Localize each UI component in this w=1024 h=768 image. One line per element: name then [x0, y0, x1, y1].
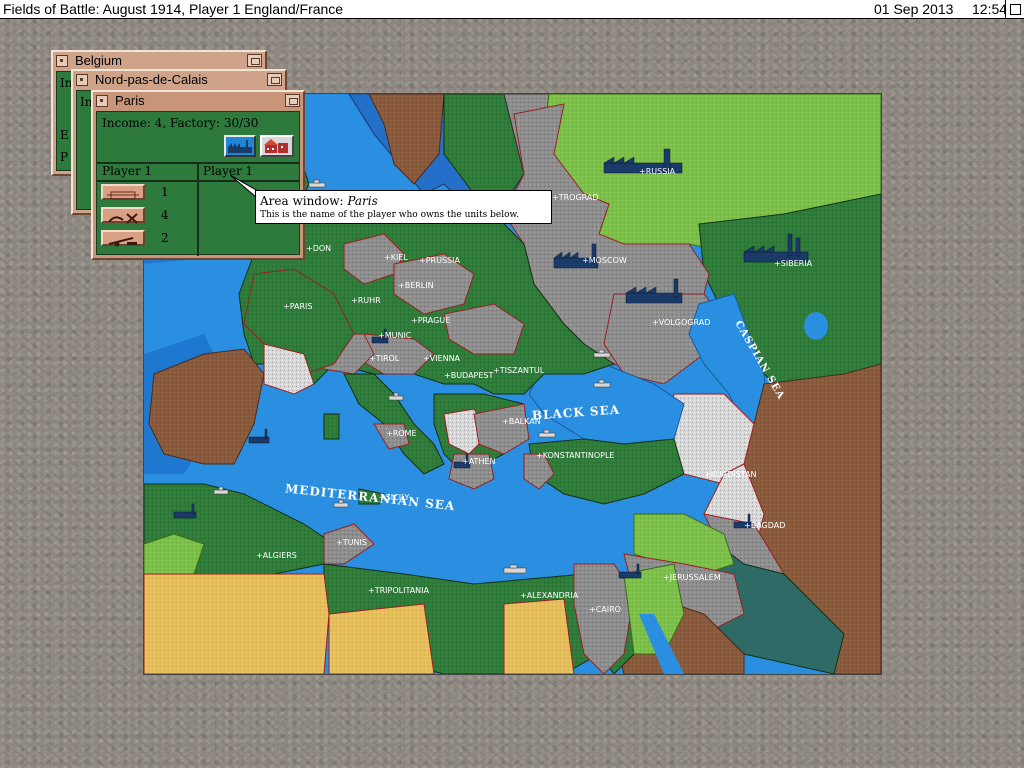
city-tunis: +TUNIS — [336, 538, 367, 547]
area-window-paris[interactable]: Paris Income: 4, Factory: 30/30 Player 1… — [91, 90, 305, 260]
screen-depth-button[interactable] — [1005, 0, 1024, 18]
city-budapest: +BUDAPEST — [444, 371, 493, 380]
city-london: +DON — [306, 244, 331, 253]
window-title: Nord-pas-de-Calais — [95, 72, 208, 87]
region-sahara-west[interactable] — [144, 573, 330, 674]
zoom-icon[interactable] — [267, 73, 282, 86]
fragment: E — [60, 128, 69, 142]
city-prague: +PRAGUE — [411, 316, 450, 325]
city-russia: +RUSSIA — [639, 167, 676, 176]
tooltip-heading-label: Area window: — [260, 194, 344, 208]
aral-sea — [804, 312, 828, 340]
factory-icon — [228, 140, 252, 153]
cavalry-icon[interactable] — [101, 207, 145, 224]
zoom-icon[interactable] — [285, 94, 300, 107]
fragment: P — [60, 150, 69, 164]
help-tooltip: Area window: Paris This is the name of t… — [255, 190, 552, 224]
city-button[interactable] — [260, 135, 294, 157]
income-section: Income: 4, Factory: 30/30 — [97, 112, 299, 164]
city-ruhr: +RUHR — [351, 296, 381, 305]
city-tirol: +TIROL — [369, 354, 400, 363]
city-kiel: +KIEL — [384, 253, 408, 262]
tooltip-heading-name: Paris — [347, 194, 378, 208]
city-berlin: +BERLIN — [398, 281, 434, 290]
window-title: Paris — [115, 93, 145, 108]
region-sahara-east[interactable] — [503, 598, 575, 674]
city-konstantinople: +KONSTANTINOPLE — [536, 451, 614, 460]
region-corsica[interactable] — [323, 413, 340, 440]
city-tripolitania: +TRIPOLITANIA — [368, 586, 430, 595]
city-jerussalem: +JERUSSALEM — [663, 573, 721, 582]
zoom-icon[interactable] — [247, 54, 262, 67]
window-titlebar[interactable]: Paris — [93, 92, 303, 109]
unit-count: 1 — [161, 185, 169, 199]
city-alexandria: +ALEXANDRIA — [520, 591, 579, 600]
city-cairo: +CAIRO — [589, 605, 621, 614]
time-display: 12:54 — [972, 1, 1008, 17]
close-icon[interactable] — [96, 95, 108, 107]
tooltip-heading: Area window: Paris — [260, 194, 378, 208]
unit-count: 2 — [161, 231, 169, 245]
city-prussia: +PRUSSIA — [419, 256, 460, 265]
city-athen: +ATHEN — [462, 457, 496, 466]
city-siberia: +SIBERIA — [774, 259, 813, 268]
city-vienna: +VIENNA — [423, 354, 461, 363]
city-algiers: +ALGIERS — [256, 551, 297, 560]
owner-column-header: Player 1 — [102, 164, 153, 178]
income-text: Income: 4, Factory: 30/30 — [102, 116, 259, 130]
city-bagdad: +BAGDAD — [744, 521, 785, 530]
game-title: Fields of Battle: August 1914, Player 1 … — [3, 1, 344, 17]
city-moscow: +MOSCOW — [582, 256, 627, 265]
city-tiszantul: +TISZANTUL — [493, 366, 545, 375]
close-icon[interactable] — [56, 55, 68, 67]
window-title: Belgium — [75, 53, 122, 68]
unit-count: 4 — [161, 208, 169, 222]
city-volgograd: +VOLGOGRAD — [652, 318, 710, 327]
city-paris: +PARIS — [283, 302, 312, 311]
infantry-icon[interactable] — [101, 184, 145, 200]
window-titlebar[interactable]: Nord-pas-de-Calais — [73, 71, 285, 88]
date-display: 01 Sep 2013 — [874, 1, 954, 17]
city-munic: +MUNIC — [378, 331, 412, 340]
close-icon[interactable] — [76, 74, 88, 86]
city-rome: +ROME — [386, 429, 417, 438]
depth-icon — [1010, 4, 1021, 15]
window-titlebar[interactable]: Belgium — [53, 52, 265, 69]
artillery-icon[interactable] — [101, 230, 145, 247]
title-bar: Fields of Battle: August 1914, Player 1 … — [0, 0, 1024, 19]
column-divider — [197, 164, 199, 256]
factory-button[interactable] — [224, 135, 256, 157]
city-kurdistan: +KURDISTAN — [704, 470, 756, 479]
region-sahara[interactable] — [328, 603, 435, 674]
city-petrograd: +TROGRAD — [552, 193, 599, 202]
city-icon — [264, 139, 288, 153]
tooltip-text: This is the name of the player who owns … — [260, 210, 520, 220]
